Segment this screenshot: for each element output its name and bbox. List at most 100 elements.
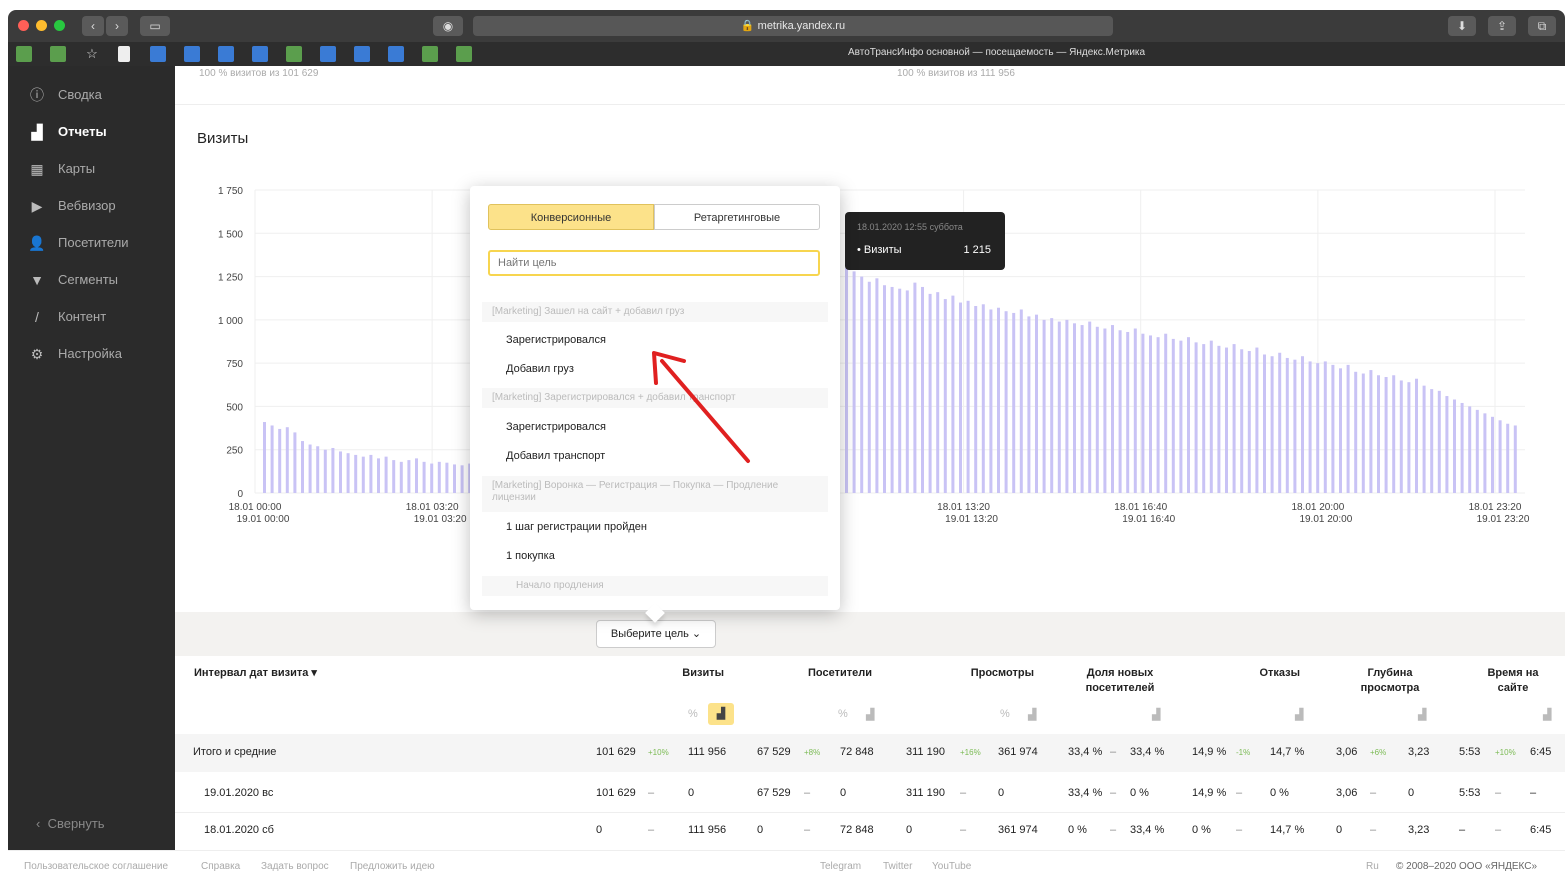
goal-group-label: [Marketing] Воронка — Регистрация — Поку…	[482, 476, 828, 512]
column-header-pageviews[interactable]: Просмотры	[940, 666, 1034, 681]
bar	[1422, 385, 1426, 493]
chart-toggle-icon[interactable]: ▟	[866, 708, 874, 721]
footer-link[interactable]: Twitter	[883, 861, 912, 872]
bar-chart-icon: ▟	[31, 124, 43, 140]
minimize-window-button[interactable]	[36, 20, 47, 31]
star-icon[interactable]: ☆	[84, 46, 100, 62]
percent-icon[interactable]: %	[838, 708, 848, 720]
select-goal-button[interactable]: Выберите цель ⌄	[596, 620, 716, 648]
column-header-new-visitors[interactable]: Доля новых посетителей	[1074, 666, 1166, 696]
bar	[966, 300, 970, 493]
sidebar-item-settings[interactable]: ⚙ Настройка	[8, 339, 175, 369]
bookmark-icon[interactable]	[50, 46, 66, 62]
goal-item[interactable]: 1 покупка	[506, 550, 555, 562]
sidebar-item-content[interactable]: / Контент	[8, 302, 175, 332]
metric-value: 33,4 %	[1068, 746, 1103, 758]
collapse-sidebar-button[interactable]: ‹ Свернуть	[36, 816, 105, 831]
chart-toggle-icon[interactable]: ▟	[708, 703, 734, 725]
chart-toggle-icon[interactable]: ▟	[1295, 708, 1303, 721]
bar	[1103, 328, 1107, 493]
column-header-visits[interactable]: Визиты	[640, 666, 724, 681]
bookmark-icon[interactable]	[252, 46, 268, 62]
chart-toggle-icon[interactable]: ▟	[1028, 708, 1036, 721]
tabs-button[interactable]: ⧉	[1528, 16, 1556, 36]
bar	[1354, 371, 1358, 493]
delta-value: –	[1110, 787, 1117, 799]
bookmark-icon[interactable]	[388, 46, 404, 62]
sidebar-item-reports[interactable]: ▟ Отчеты	[8, 117, 175, 147]
bar	[1506, 423, 1510, 493]
bookmark-icon[interactable]	[184, 46, 200, 62]
sidebar-item-visitors[interactable]: 👤 Посетители	[8, 228, 175, 258]
tab-title[interactable]: АвтоТрансИнфо основной — посещаемость — …	[848, 47, 1145, 58]
footer-link[interactable]: Предложить идею	[350, 861, 435, 872]
url-bar[interactable]: 🔒 metrika.yandex.ru	[473, 16, 1113, 36]
column-header-time[interactable]: Время на сайте	[1478, 666, 1548, 696]
metric-value: 14,7 %	[1270, 824, 1305, 836]
goal-item[interactable]: Добавил транспорт	[506, 450, 605, 462]
sidebar-toggle-button[interactable]: ▭	[140, 16, 170, 36]
sidebar-item-webvisor[interactable]: ▶ Вебвизор	[8, 191, 175, 221]
goal-item-dim[interactable]: Начало продления	[482, 576, 828, 596]
maximize-window-button[interactable]	[54, 20, 65, 31]
bookmark-icon[interactable]	[354, 46, 370, 62]
sidebar-item-segments[interactable]: ▼ Сегменты	[8, 265, 175, 295]
lock-icon: 🔒	[740, 20, 758, 32]
metric-value: 72 848	[840, 824, 874, 836]
footer-link[interactable]: Задать вопрос	[261, 861, 329, 872]
tab-retargeting-goals[interactable]: Ретаргетинговые	[654, 204, 820, 230]
close-window-button[interactable]	[18, 20, 29, 31]
bookmark-icon[interactable]	[16, 46, 32, 62]
sidebar-item-label: Отчеты	[58, 124, 107, 139]
bookmark-icon[interactable]	[150, 46, 166, 62]
chart-toggle-icon[interactable]: ▟	[1152, 708, 1160, 721]
delta-value: +6%	[1370, 748, 1387, 757]
language-switch[interactable]: Ru	[1366, 861, 1379, 872]
bar	[1377, 375, 1380, 493]
download-button[interactable]: ⬇	[1448, 16, 1476, 36]
footer-link[interactable]: Пользовательское соглашение	[24, 861, 168, 872]
dimension-header[interactable]: Интервал дат визита ▾	[194, 666, 317, 681]
delta-value: +8%	[804, 748, 821, 757]
delta-value: –	[804, 787, 811, 799]
forward-button[interactable]: ›	[106, 16, 128, 36]
metric-value: 3,06	[1336, 787, 1358, 799]
bookmark-icon[interactable]	[422, 46, 438, 62]
bookmark-icon[interactable]	[286, 46, 302, 62]
goal-item[interactable]: 1 шаг регистрации пройден	[506, 521, 647, 533]
bookmark-icon[interactable]	[218, 46, 234, 62]
goal-item[interactable]: Зарегистрировался	[506, 334, 606, 346]
tab-conversion-goals[interactable]: Конверсионные	[488, 204, 654, 230]
bar	[331, 447, 335, 493]
chart-toggle-icon[interactable]: ▟	[1418, 708, 1426, 721]
goal-item[interactable]: Добавил груз	[506, 363, 574, 375]
bar	[263, 422, 266, 493]
footer-link[interactable]: YouTube	[932, 861, 971, 872]
metric-value: 6:45	[1530, 824, 1552, 836]
bar	[1415, 378, 1418, 493]
bar	[1483, 413, 1487, 493]
sidebar-item-summary[interactable]: ⓘ Сводка	[8, 80, 175, 110]
chart-toggle-icon[interactable]: ▟	[1543, 708, 1551, 721]
bar	[1316, 363, 1320, 493]
column-header-depth[interactable]: Глубина просмотра	[1350, 666, 1430, 696]
footer-link[interactable]: Telegram	[820, 861, 861, 872]
sidebar-item-maps[interactable]: ▦ Карты	[8, 154, 175, 184]
bookmark-icon[interactable]	[456, 46, 472, 62]
percent-icon[interactable]: %	[688, 708, 698, 720]
share-button[interactable]: ⇪	[1488, 16, 1516, 36]
bar	[1209, 340, 1213, 493]
bookmark-icon[interactable]	[118, 46, 130, 62]
bookmark-icon[interactable]	[320, 46, 336, 62]
bar	[1491, 416, 1494, 493]
bar	[1012, 312, 1016, 493]
delta-value: –	[648, 787, 655, 799]
column-header-bounces[interactable]: Отказы	[1220, 666, 1300, 681]
goal-search-input[interactable]	[488, 250, 820, 276]
column-header-visitors[interactable]: Посетители	[780, 666, 872, 681]
goal-item[interactable]: Зарегистрировался	[506, 421, 606, 433]
footer-link[interactable]: Справка	[201, 861, 240, 872]
percent-icon[interactable]: %	[1000, 708, 1010, 720]
privacy-icon[interactable]: ◉	[433, 16, 463, 36]
back-button[interactable]: ‹	[82, 16, 104, 36]
